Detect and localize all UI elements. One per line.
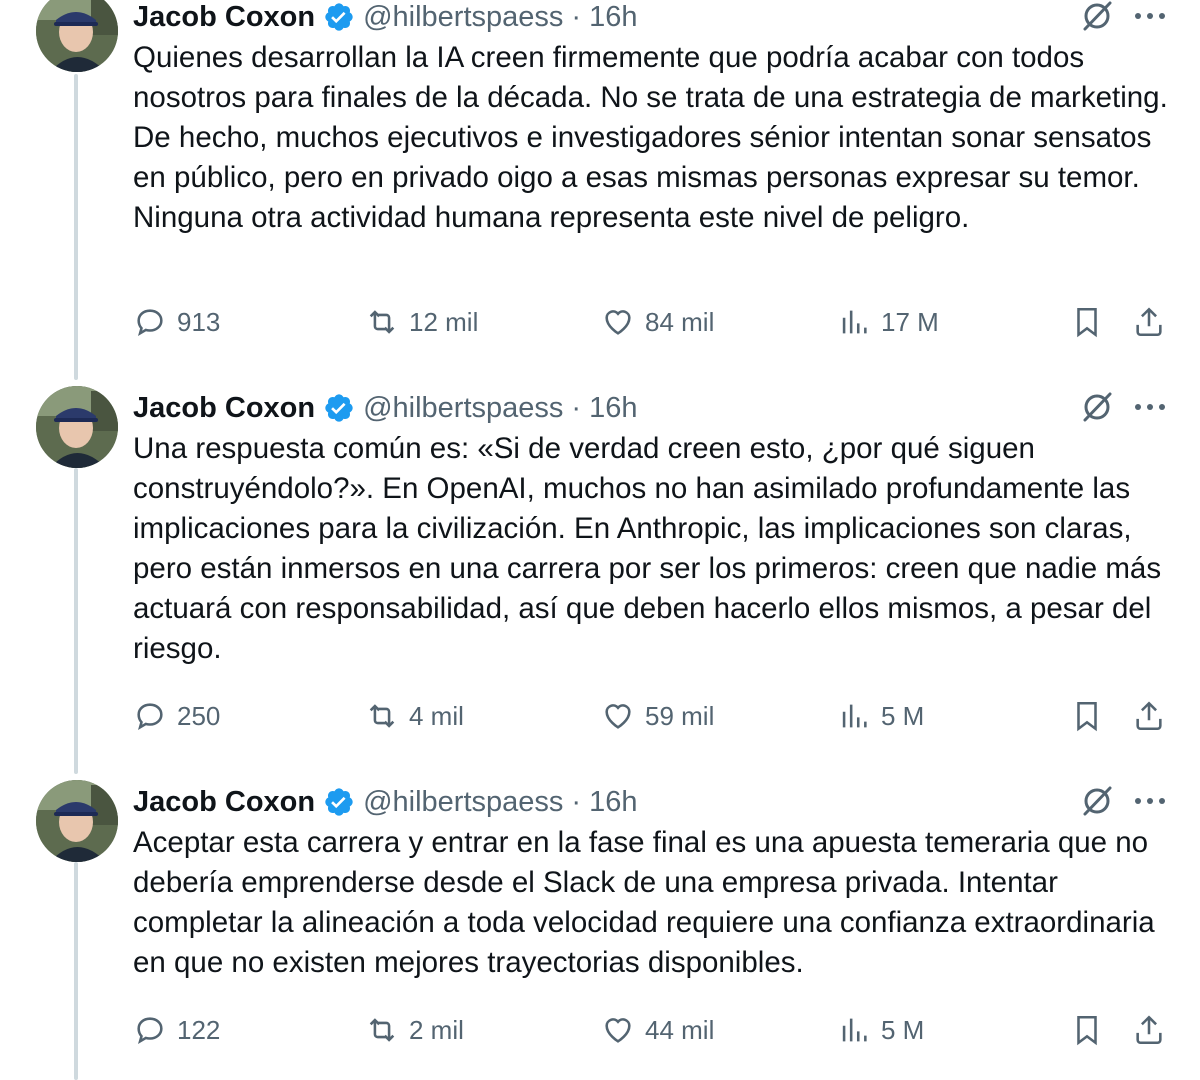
like-count: 44 mil bbox=[645, 1014, 715, 1045]
reply-icon bbox=[137, 309, 163, 337]
author-handle[interactable]: @hilbertspaess bbox=[363, 0, 563, 34]
like-icon bbox=[605, 310, 631, 335]
author-handle[interactable]: @hilbertspaess bbox=[363, 391, 563, 425]
retweet-button[interactable]: 2 mil bbox=[365, 1010, 464, 1050]
retweet-icon bbox=[369, 704, 395, 728]
share-icon bbox=[1136, 701, 1162, 731]
like-icon bbox=[605, 1018, 631, 1043]
bookmark-icon bbox=[1077, 1015, 1097, 1046]
tweet-header: Jacob Coxon @hilbertspaess · 16h bbox=[133, 785, 637, 819]
like-button[interactable]: 59 mil bbox=[601, 696, 714, 736]
views-icon bbox=[842, 1018, 867, 1042]
avatar[interactable] bbox=[36, 780, 118, 862]
tweet-actions: 250 4 mil 59 mil 5 M bbox=[133, 696, 1173, 736]
verified-badge-icon bbox=[323, 786, 355, 818]
author-name[interactable]: Jacob Coxon bbox=[133, 391, 315, 425]
views-count: 5 M bbox=[881, 1014, 925, 1045]
tweet-text: Una respuesta común es: «Si de verdad cr… bbox=[133, 432, 1162, 665]
thread: Jacob Coxon @hilbertspaess · 16h Quienes… bbox=[0, 0, 1200, 1080]
retweet-icon bbox=[369, 310, 395, 334]
reply-icon bbox=[137, 1017, 163, 1045]
retweet-button[interactable]: 4 mil bbox=[365, 696, 464, 736]
bookmark-icon bbox=[1077, 701, 1097, 732]
timestamp[interactable]: 16h bbox=[589, 0, 637, 34]
share-button[interactable] bbox=[1132, 696, 1166, 736]
tweet-text: Quienes desarrollan la IA creen firmemen… bbox=[133, 41, 1168, 234]
tweet-actions: 913 12 mil 84 mil 17 M bbox=[133, 302, 1173, 342]
bookmark-icon bbox=[1077, 307, 1097, 338]
author-name[interactable]: Jacob Coxon bbox=[133, 785, 315, 819]
more-icon[interactable] bbox=[1133, 791, 1167, 811]
reply-count: 913 bbox=[177, 306, 221, 337]
retweet-button[interactable]: 12 mil bbox=[365, 302, 478, 342]
tweet[interactable]: Jacob Coxon @hilbertspaess · 16h Quienes… bbox=[0, 0, 1200, 360]
tweet[interactable]: Jacob Coxon @hilbertspaess · 16h Aceptar… bbox=[0, 780, 1200, 1080]
share-icon bbox=[1136, 1015, 1162, 1045]
more-icon[interactable] bbox=[1133, 6, 1167, 26]
views-icon bbox=[842, 310, 867, 334]
bookmark-button[interactable] bbox=[1070, 302, 1104, 342]
avatar[interactable] bbox=[36, 386, 118, 468]
reply-icon bbox=[137, 703, 163, 731]
grok-icon[interactable] bbox=[1077, 0, 1117, 36]
retweet-count: 2 mil bbox=[409, 1014, 464, 1045]
timestamp[interactable]: 16h bbox=[589, 785, 637, 819]
share-button[interactable] bbox=[1132, 1010, 1166, 1050]
like-count: 59 mil bbox=[645, 700, 715, 731]
like-count: 84 mil bbox=[645, 306, 715, 337]
views-button[interactable]: 5 M bbox=[837, 696, 924, 736]
like-button[interactable]: 84 mil bbox=[601, 302, 714, 342]
views-count: 17 M bbox=[881, 306, 939, 337]
separator-dot: · bbox=[571, 786, 582, 818]
timestamp[interactable]: 16h bbox=[589, 391, 637, 425]
retweet-count: 4 mil bbox=[409, 700, 464, 731]
author-handle[interactable]: @hilbertspaess bbox=[363, 785, 563, 819]
like-button[interactable]: 44 mil bbox=[601, 1010, 714, 1050]
grok-icon[interactable] bbox=[1077, 387, 1117, 427]
more-icon[interactable] bbox=[1133, 397, 1167, 417]
separator-dot: · bbox=[571, 392, 582, 424]
retweet-count: 12 mil bbox=[409, 306, 479, 337]
tweet-header: Jacob Coxon @hilbertspaess · 16h bbox=[133, 391, 637, 425]
views-count: 5 M bbox=[881, 700, 925, 731]
reply-count: 122 bbox=[177, 1014, 221, 1045]
views-button[interactable]: 5 M bbox=[837, 1010, 924, 1050]
separator-dot: · bbox=[571, 1, 582, 33]
views-icon bbox=[842, 704, 867, 728]
views-button[interactable]: 17 M bbox=[837, 302, 939, 342]
verified-badge-icon bbox=[323, 1, 355, 33]
author-name[interactable]: Jacob Coxon bbox=[133, 0, 315, 34]
retweet-icon bbox=[369, 1018, 395, 1042]
reply-count: 250 bbox=[177, 700, 221, 731]
share-icon bbox=[1136, 307, 1162, 337]
like-icon bbox=[605, 704, 631, 729]
bookmark-button[interactable] bbox=[1070, 1010, 1104, 1050]
reply-button[interactable]: 913 bbox=[133, 302, 220, 342]
reply-button[interactable]: 250 bbox=[133, 696, 220, 736]
tweet-actions: 122 2 mil 44 mil 5 M bbox=[133, 1010, 1173, 1050]
tweet-text: Aceptar esta carrera y entrar en la fase… bbox=[133, 826, 1155, 979]
grok-icon[interactable] bbox=[1077, 781, 1117, 821]
verified-badge-icon bbox=[323, 392, 355, 424]
share-button[interactable] bbox=[1132, 302, 1166, 342]
tweet[interactable]: Jacob Coxon @hilbertspaess · 16h Una res… bbox=[0, 386, 1200, 751]
reply-button[interactable]: 122 bbox=[133, 1010, 220, 1050]
tweet-header: Jacob Coxon @hilbertspaess · 16h bbox=[133, 0, 637, 34]
avatar[interactable] bbox=[36, 0, 118, 72]
bookmark-button[interactable] bbox=[1070, 696, 1104, 736]
